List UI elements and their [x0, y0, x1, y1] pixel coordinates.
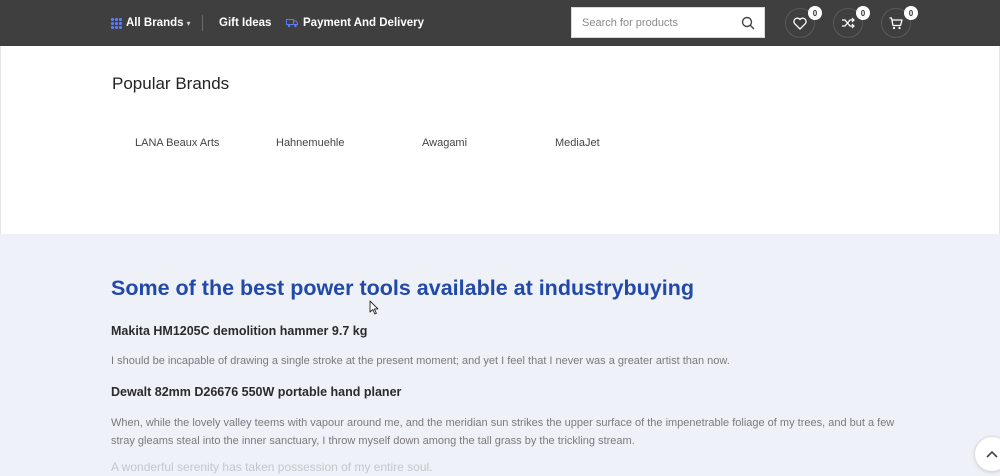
gift-ideas-link[interactable]: Gift Ideas	[219, 0, 271, 46]
popular-brands-title: Popular Brands	[112, 74, 230, 93]
search-icon	[741, 16, 755, 29]
brand-link-awagami[interactable]: Awagami	[422, 137, 467, 149]
brand-link-lana-beaux-arts[interactable]: LANA Beaux Arts	[135, 137, 219, 149]
search-box	[571, 7, 765, 38]
chevron-up-icon	[986, 450, 998, 458]
cart-icon	[889, 16, 903, 29]
product-description: I should be incapable of drawing a singl…	[111, 355, 730, 367]
section-title: Some of the best power tools available a…	[111, 276, 694, 300]
cart-button[interactable]: 0	[881, 6, 918, 38]
all-brands-menu[interactable]: All Brands ▾	[111, 0, 191, 46]
heart-icon	[793, 17, 807, 30]
search-input[interactable]	[572, 8, 732, 37]
compare-count-badge: 0	[856, 6, 870, 20]
power-tools-info-section: Some of the best power tools available a…	[0, 234, 1000, 476]
gift-ideas-label: Gift Ideas	[219, 17, 272, 29]
faded-paragraph: A wonderful serenity has taken possessio…	[111, 460, 433, 474]
truck-icon	[286, 19, 298, 28]
search-button[interactable]	[732, 8, 764, 37]
top-navigation-bar: All Brands ▾ Gift Ideas Payment And Deli…	[0, 0, 1000, 46]
shuffle-icon	[842, 17, 855, 29]
product-description: When, while the lovely valley teems with…	[111, 417, 895, 447]
brand-link-mediajet[interactable]: MediaJet	[555, 137, 600, 149]
payment-delivery-link[interactable]: Payment And Delivery	[286, 0, 424, 46]
product-heading: Makita HM1205C demolition hammer 9.7 kg	[111, 324, 368, 338]
cart-count-badge: 0	[904, 6, 918, 20]
wishlist-count-badge: 0	[808, 6, 822, 20]
wishlist-button[interactable]: 0	[785, 6, 822, 38]
caret-down-icon: ▾	[186, 18, 191, 28]
product-heading: Dewalt 82mm D26676 550W portable hand pl…	[111, 385, 402, 399]
mouse-cursor-icon	[369, 300, 379, 315]
compare-button[interactable]: 0	[833, 6, 870, 38]
nav-divider	[202, 15, 203, 31]
payment-delivery-label: Payment And Delivery	[303, 17, 425, 29]
all-brands-label: All Brands	[126, 17, 184, 29]
popular-brands-section: Popular Brands LANA Beaux Arts Hahnemueh…	[0, 46, 1000, 234]
brand-link-hahnemuehle[interactable]: Hahnemuehle	[276, 137, 345, 149]
grid-icon	[111, 17, 122, 29]
